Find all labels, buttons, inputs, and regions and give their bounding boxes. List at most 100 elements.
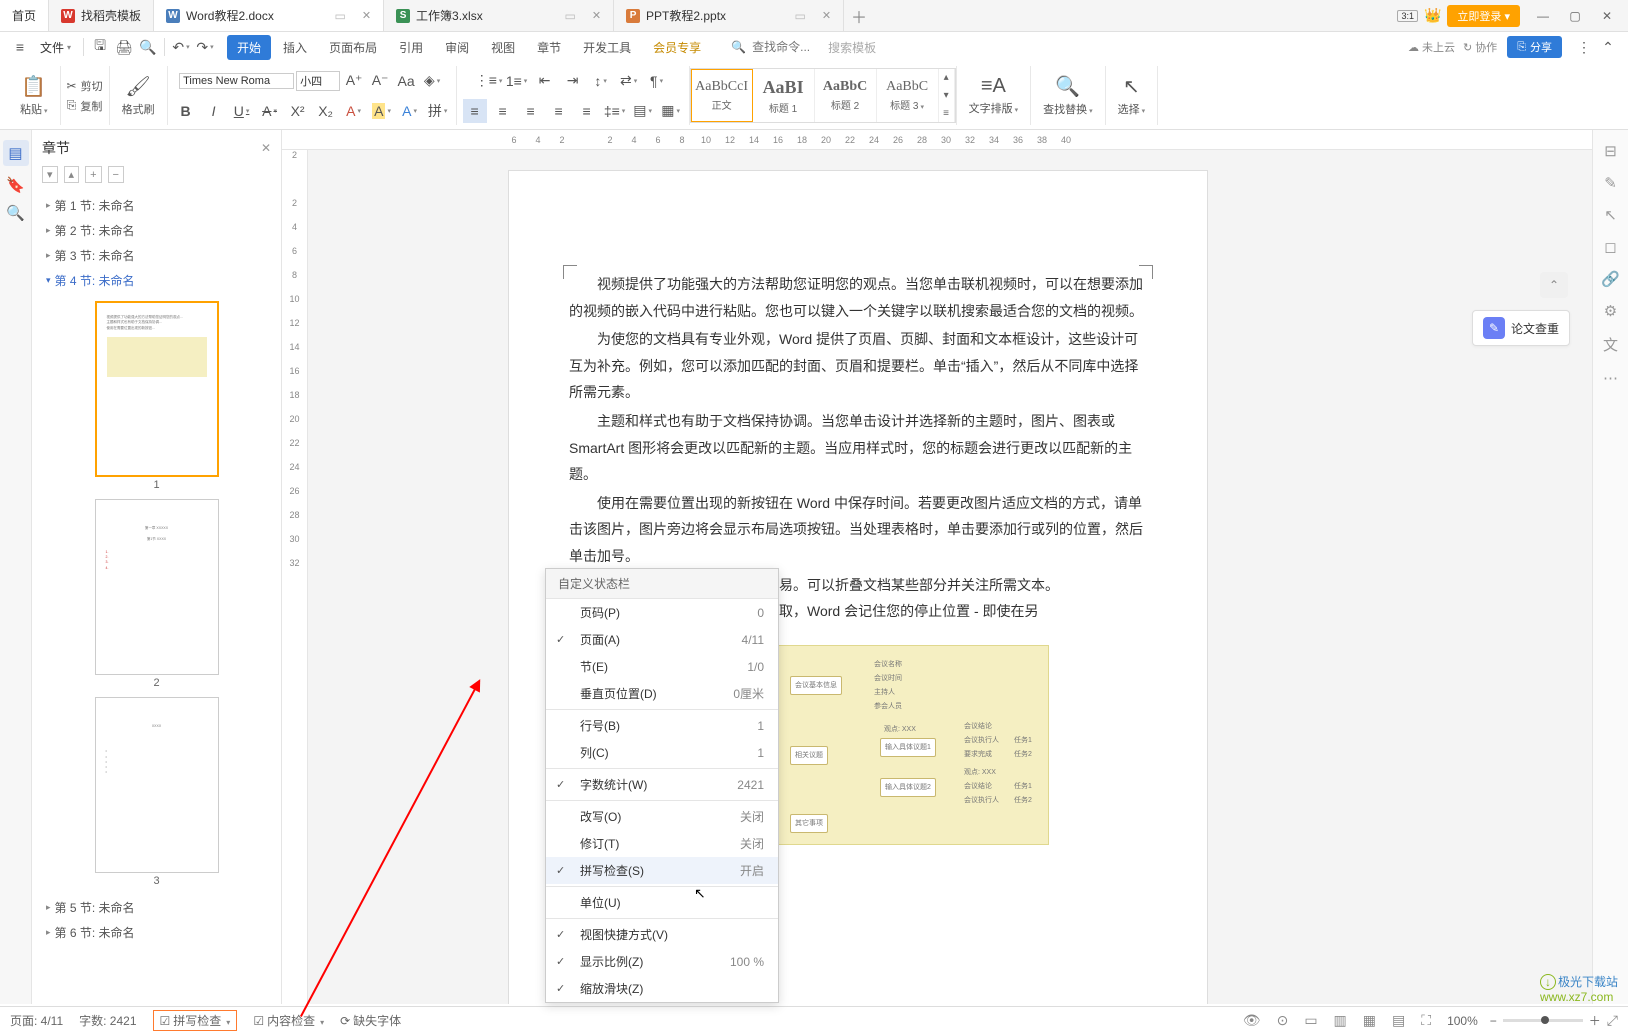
search-pane-icon[interactable]: 🔍: [6, 204, 25, 222]
italic-icon[interactable]: I: [202, 99, 226, 123]
undo-icon[interactable]: ↶: [169, 35, 193, 59]
menutab-layout[interactable]: 页面布局: [319, 35, 387, 60]
menutab-review[interactable]: 审阅: [435, 35, 479, 60]
view-page-icon[interactable]: ▭: [1304, 1012, 1317, 1029]
vertical-ruler[interactable]: 22468101214161820222426283032: [282, 150, 308, 1004]
shading-icon[interactable]: ▤: [631, 99, 655, 123]
text-effect-icon[interactable]: A: [398, 99, 422, 123]
cloud-sync[interactable]: ☁ 未上云: [1408, 39, 1455, 55]
style-h3[interactable]: AaBbC标题 3: [877, 69, 939, 122]
bookmark-icon[interactable]: 🔖: [6, 176, 25, 194]
cm-line[interactable]: 行号(B)1: [546, 712, 778, 739]
pen-icon[interactable]: ✎: [1604, 174, 1617, 192]
menutab-ref[interactable]: 引用: [389, 35, 433, 60]
tab-xlsx-doc[interactable]: S 工作簿3.xlsx ▭ ✕: [384, 0, 614, 31]
status-page[interactable]: 页面: 4/11: [10, 1012, 63, 1029]
indent-right-icon[interactable]: ⇥: [561, 69, 585, 93]
tab-close-icon[interactable]: ✕: [822, 9, 831, 22]
menutab-dev[interactable]: 开发工具: [573, 35, 641, 60]
cm-view-shortcut[interactable]: ✓视图快捷方式(V): [546, 921, 778, 948]
cm-unit[interactable]: 单位(U): [546, 889, 778, 916]
login-button[interactable]: 立即登录 ▾: [1447, 5, 1520, 27]
font-color-icon[interactable]: A: [342, 99, 366, 123]
change-case-icon[interactable]: Aa: [394, 69, 418, 93]
zoom-in-icon[interactable]: ＋: [1589, 1012, 1601, 1029]
status-words[interactable]: 字数: 2421: [79, 1012, 136, 1029]
more-icon[interactable]: ⋯: [1603, 369, 1618, 387]
align-justify-icon[interactable]: ≡: [547, 99, 571, 123]
borders-icon[interactable]: ▦: [659, 99, 683, 123]
tab-icon[interactable]: ⇄: [617, 69, 641, 93]
print-icon[interactable]: 🖨: [112, 35, 136, 59]
sort-icon[interactable]: ↕: [589, 69, 613, 93]
cm-overtype[interactable]: 改写(O)关闭: [546, 803, 778, 830]
scroll-top-icon[interactable]: ⌃: [1540, 272, 1568, 298]
paper-review-chip[interactable]: ✎ 论文查重: [1472, 310, 1570, 346]
zoom-out-icon[interactable]: −: [1490, 1014, 1497, 1028]
eye-icon[interactable]: 👁: [1243, 1012, 1261, 1029]
redo-icon[interactable]: ↷: [193, 35, 217, 59]
view-outline-icon[interactable]: ▥: [1334, 1012, 1347, 1029]
menutab-member[interactable]: 会员专享: [643, 35, 711, 60]
ai-icon[interactable]: ⚙: [1604, 302, 1617, 320]
section-5[interactable]: 第 5 节: 未命名: [46, 895, 267, 920]
line-spacing-icon[interactable]: ‡≡: [603, 99, 627, 123]
indent-left-icon[interactable]: ⇤: [533, 69, 557, 93]
cm-section[interactable]: 节(E)1/0: [546, 653, 778, 680]
superscript-icon[interactable]: X²: [286, 99, 310, 123]
section-6[interactable]: 第 6 节: 未命名: [46, 920, 267, 945]
file-menu[interactable]: 文件: [32, 39, 79, 56]
translate-icon[interactable]: 文: [1603, 334, 1618, 355]
share-button[interactable]: ⎘ 分享: [1507, 36, 1562, 58]
cm-spellcheck[interactable]: ✓拼写检查(S)开启: [546, 857, 778, 884]
expand-all-icon[interactable]: ▾: [42, 166, 58, 183]
align-center-icon[interactable]: ≡: [491, 99, 515, 123]
zoom-value[interactable]: 100%: [1447, 1014, 1478, 1028]
panel-toggle-icon[interactable]: ⊟: [1604, 142, 1617, 160]
cm-track[interactable]: 修订(T)关闭: [546, 830, 778, 857]
show-marks-icon[interactable]: ¶: [645, 69, 669, 93]
strike-icon[interactable]: A: [258, 99, 282, 123]
outline-close-icon[interactable]: ✕: [261, 141, 271, 155]
shape-icon[interactable]: ◻: [1604, 238, 1616, 256]
coop-button[interactable]: ↻ 协作: [1463, 39, 1497, 55]
style-more[interactable]: ▴▾≡: [939, 69, 955, 122]
preview-icon[interactable]: 🔍: [136, 35, 160, 59]
window-maximize-icon[interactable]: ▢: [1562, 4, 1588, 28]
status-content-check[interactable]: ☑内容检查: [253, 1012, 324, 1029]
style-normal[interactable]: AaBbCcI正文: [691, 69, 753, 122]
window-minimize-icon[interactable]: —: [1530, 4, 1556, 28]
cm-scale[interactable]: ✓显示比例(Z)100 %: [546, 948, 778, 975]
cm-wordcount[interactable]: ✓字数统计(W)2421: [546, 771, 778, 798]
demote-icon[interactable]: −: [108, 166, 124, 183]
page-thumb-2[interactable]: 第一章 XXXXX第1节 XXXX1.2.3.4.: [95, 499, 219, 675]
find-replace-button[interactable]: 🔍查找替换: [1037, 74, 1099, 117]
save-icon[interactable]: 🖫: [88, 35, 112, 59]
select-button[interactable]: ↖选择: [1112, 74, 1152, 117]
tab-ppt-doc[interactable]: P PPT教程2.pptx ▭ ✕: [614, 0, 844, 31]
font-size-combo[interactable]: 小四: [296, 71, 340, 91]
shrink-font-icon[interactable]: A⁻: [368, 69, 392, 93]
template-search[interactable]: 搜索模板: [828, 39, 876, 56]
section-4[interactable]: 第 4 节: 未命名: [46, 268, 267, 293]
menu-more-icon[interactable]: ⋮: [1572, 35, 1596, 59]
view-web-icon[interactable]: ▦: [1363, 1012, 1376, 1029]
bold-icon[interactable]: B: [174, 99, 198, 123]
link-icon[interactable]: 🔗: [1601, 270, 1620, 288]
format-painter-button[interactable]: 🖌格式刷: [116, 74, 161, 117]
page-thumb-1[interactable]: 视频提供了功能强大的方法帮助您证明您的观点...主题和样式也有助于文档保持协调.…: [95, 301, 219, 477]
tab-close-icon[interactable]: ✕: [362, 9, 371, 22]
focus-icon[interactable]: ⊙: [1277, 1012, 1289, 1029]
clear-format-icon[interactable]: ◈: [420, 69, 444, 93]
tab-pin-icon[interactable]: ▭: [794, 9, 805, 23]
page-thumb-3[interactable]: XXXX•••••: [95, 697, 219, 873]
section-1[interactable]: 第 1 节: 未命名: [46, 193, 267, 218]
menutab-insert[interactable]: 插入: [273, 35, 317, 60]
numbering-icon[interactable]: 1≡: [505, 69, 529, 93]
align-right-icon[interactable]: ≡: [519, 99, 543, 123]
cm-col[interactable]: 列(C)1: [546, 739, 778, 766]
cut-button[interactable]: ✂剪切: [67, 78, 103, 94]
tab-close-icon[interactable]: ✕: [592, 9, 601, 22]
style-gallery[interactable]: AaBbCcI正文 AaBI标题 1 AaBbC标题 2 AaBbC标题 3 ▴…: [690, 68, 956, 123]
zoom-control[interactable]: 100% − ＋ ⤢: [1447, 1012, 1618, 1029]
